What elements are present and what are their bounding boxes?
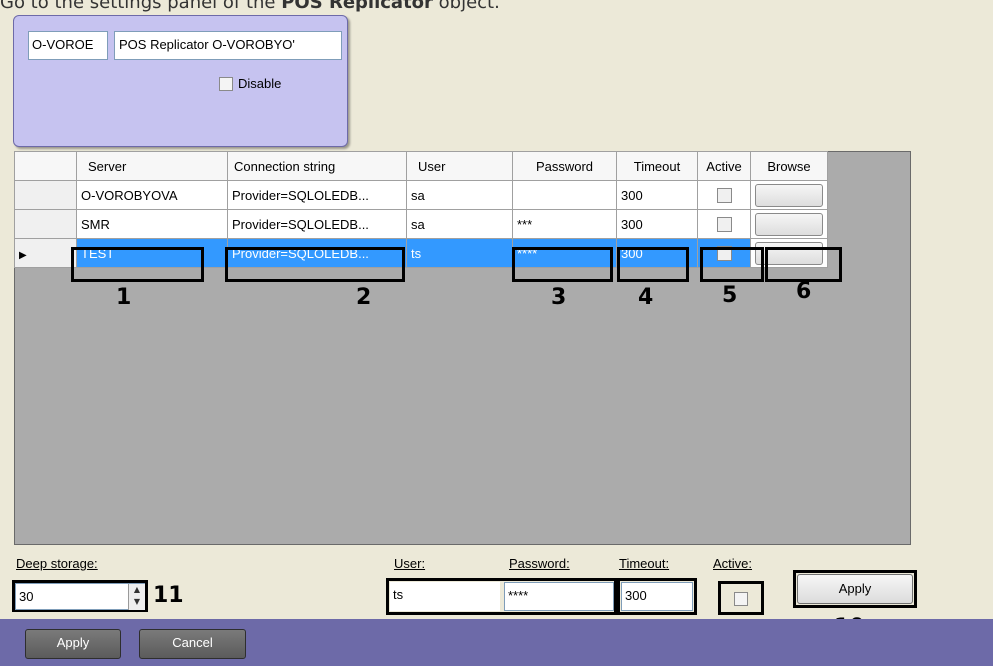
cell-password[interactable]: [512, 180, 617, 210]
callout-number-5: 5: [722, 283, 738, 308]
cell-browse[interactable]: [750, 209, 828, 239]
form-apply-button[interactable]: Apply: [797, 574, 913, 604]
timeout-input[interactable]: 300: [621, 582, 693, 611]
timeout-label: Timeout:: [619, 556, 670, 571]
footer-apply-button[interactable]: Apply: [25, 629, 121, 659]
column-header-active[interactable]: Active: [697, 151, 751, 181]
servers-grid: Server Connection string User Password T…: [14, 151, 828, 268]
cell-timeout[interactable]: 300: [616, 238, 698, 268]
cell-browse[interactable]: [750, 238, 828, 268]
cell-server[interactable]: TEST: [76, 238, 228, 268]
cell-server[interactable]: SMR: [76, 209, 228, 239]
spin-up-icon[interactable]: ▲: [129, 584, 145, 596]
grid-header-row: Server Connection string User Password T…: [14, 151, 828, 181]
cell-user[interactable]: ts: [406, 238, 513, 268]
browse-button[interactable]: [755, 241, 823, 265]
cell-connection-string[interactable]: Provider=SQLOLEDB...: [227, 180, 407, 210]
password-input[interactable]: ****: [504, 582, 614, 611]
column-header-password[interactable]: Password: [512, 151, 617, 181]
cell-active[interactable]: [697, 238, 751, 268]
row-header[interactable]: [14, 209, 77, 239]
active-checkbox[interactable]: [716, 246, 732, 262]
instruction-caption: Go to the settings panel of the POS Repl…: [0, 0, 500, 13]
user-label: User:: [394, 556, 426, 571]
row-header[interactable]: [14, 180, 77, 210]
cell-timeout[interactable]: 300: [616, 180, 698, 210]
footer-cancel-button[interactable]: Cancel: [139, 629, 246, 659]
column-header-connection-string[interactable]: Connection string: [227, 151, 407, 181]
active-label: Active:: [713, 556, 753, 571]
disable-checkbox[interactable]: [219, 77, 233, 91]
disable-label: Disable: [238, 76, 282, 91]
column-header-timeout[interactable]: Timeout: [616, 151, 698, 181]
cell-password[interactable]: ****: [512, 238, 617, 268]
column-header-user[interactable]: User: [406, 151, 513, 181]
cell-browse[interactable]: [750, 180, 828, 210]
row-pointer-icon: ▶: [19, 249, 27, 261]
cell-connection-string[interactable]: Provider=SQLOLEDB...: [227, 238, 407, 268]
spin-down-icon[interactable]: ▼: [129, 596, 145, 608]
cell-user[interactable]: sa: [406, 209, 513, 239]
table-row-selected[interactable]: ▶ TEST Provider=SQLOLEDB... ts **** 300: [14, 238, 828, 268]
object-id-field[interactable]: O-VOROE: [28, 31, 108, 60]
password-label: Password:: [509, 556, 570, 571]
cell-active[interactable]: [697, 180, 751, 210]
active-checkbox[interactable]: [716, 188, 732, 204]
column-header-server[interactable]: Server: [76, 151, 228, 181]
cell-connection-string[interactable]: Provider=SQLOLEDB...: [227, 209, 407, 239]
cell-password[interactable]: ***: [512, 209, 617, 239]
browse-button[interactable]: [755, 183, 823, 207]
cell-user[interactable]: sa: [406, 180, 513, 210]
deep-storage-label: Deep storage:: [16, 556, 98, 571]
callout-number-1: 1: [116, 285, 132, 310]
cell-active[interactable]: [697, 209, 751, 239]
object-name-field[interactable]: POS Replicator O-VOROBYO': [114, 31, 342, 60]
user-input[interactable]: ts: [390, 582, 500, 611]
callout-number-11: 11: [153, 583, 184, 608]
table-row[interactable]: SMR Provider=SQLOLEDB... sa *** 300: [14, 209, 828, 239]
form-active-checkbox[interactable]: [734, 592, 748, 606]
callout-number-2: 2: [356, 285, 372, 310]
cell-server[interactable]: O-VOROBYOVA: [76, 180, 228, 210]
column-header-browse[interactable]: Browse: [750, 151, 828, 181]
browse-button[interactable]: [755, 212, 823, 236]
callout-number-6: 6: [796, 279, 812, 304]
table-row[interactable]: O-VOROBYOVA Provider=SQLOLEDB... sa 300: [14, 180, 828, 210]
deep-storage-input[interactable]: 30: [15, 583, 145, 610]
callout-number-3: 3: [551, 285, 567, 310]
row-header[interactable]: ▶: [14, 238, 77, 268]
deep-storage-spinner[interactable]: ▲ ▼: [128, 584, 145, 610]
active-checkbox[interactable]: [716, 217, 732, 233]
callout-number-4: 4: [638, 285, 654, 310]
grid-corner-cell: [14, 151, 77, 181]
cell-timeout[interactable]: 300: [616, 209, 698, 239]
